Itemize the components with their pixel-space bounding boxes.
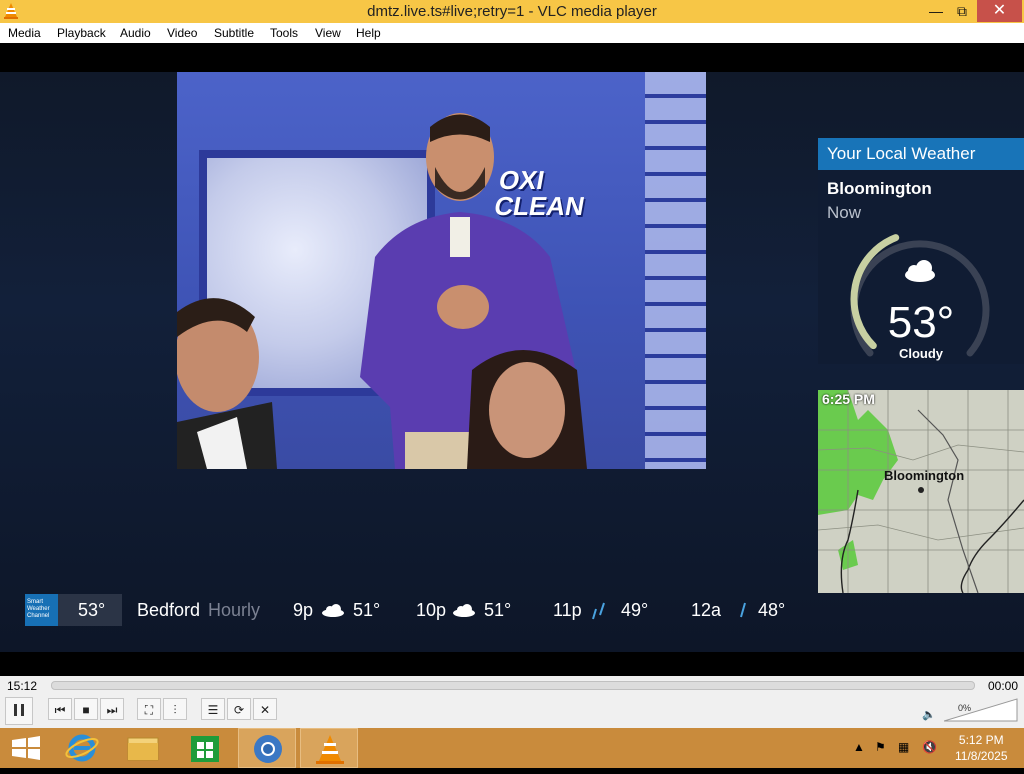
close-button[interactable]: ✕ [977,0,1022,22]
chromium-icon [254,735,282,763]
menu-view[interactable]: View [315,26,341,40]
store-icon [191,736,219,762]
current-temperature: 53° [887,298,955,347]
weather-ticker: Smart Weather Channel 53° Bedford Hourly… [0,594,1024,626]
menu-help[interactable]: Help [356,26,381,40]
ticker-section: Hourly [208,600,261,620]
pause-icon [14,704,24,716]
extended-settings-button[interactable]: ⫶ [163,698,187,720]
shuffle-icon: ✕ [259,703,271,717]
local-weather-panel: Your Local Weather Bloomington Now 53° C… [818,138,1024,364]
start-button[interactable] [0,728,58,768]
remaining-time[interactable]: 00:00 [988,679,1018,693]
studio-grid-panel [645,72,706,469]
elapsed-time: 15:12 [7,679,38,693]
commercial-inset: OXI CLEAN [177,72,706,469]
cloud-icon [905,260,935,282]
speaker-icon[interactable]: 🔈 [922,708,936,721]
taskbar-vlc[interactable] [300,728,358,768]
cloud-icon [322,604,344,617]
hour-time: 10p [416,600,447,620]
internet-explorer-icon [65,734,99,762]
ticker-location: Bedford [137,600,201,620]
weather-period: Now [827,203,862,222]
taskbar-store[interactable] [176,728,234,768]
folder-icon [127,737,159,761]
ticker-current-temp: 53° [58,594,122,626]
volume-slider[interactable] [944,698,1018,722]
hour-temp: 48° [758,600,786,620]
weather-city: Bloomington [827,179,932,198]
title-bar: dmtz.live.ts#live;retry=1 - VLC media pl… [0,0,1024,23]
network-icon[interactable]: ▦ [898,740,909,754]
menu-video[interactable]: Video [167,26,197,40]
hour-temp: 49° [621,600,649,620]
equalizer-icon: ⫶ [173,703,177,717]
next-button[interactable]: ⏭ [100,698,124,720]
minimize-button[interactable]: — [924,0,948,22]
fullscreen-icon: ⛶ [144,703,154,717]
map-graphic [818,390,1024,593]
fullscreen-button[interactable]: ⛶ [137,698,161,720]
menu-subtitle[interactable]: Subtitle [214,26,254,40]
playlist-icon: ☰ [207,703,219,717]
hour-temp: 51° [353,600,381,620]
guest-figure-right [467,350,587,469]
restore-button[interactable]: ⧉ [950,0,974,22]
hour-temp: 51° [484,600,512,620]
radar-map: 6:25 PM Bloomington [818,390,1024,593]
radar-time: 6:25 PM [822,391,875,407]
menu-media[interactable]: Media [8,26,41,40]
taskbar-internet-explorer[interactable] [54,728,112,768]
show-hidden-icons-button[interactable]: ▲ [853,740,865,754]
taskbar: ▲ ⚑ ▦ 🔇 5:12 PM 11/8/2025 [0,728,1024,768]
previous-icon: ⏮ [54,703,66,717]
seek-bar[interactable] [51,681,975,690]
clock-date: 11/8/2025 [955,749,1008,763]
player-controls: 15:12 00:00 ⏮ ■ ⏭ ⛶ ⫶ ☰ ⟳ ✕ 🔈 0% [0,676,1024,728]
oxiclean-logo: OXI CLEAN [492,165,587,221]
stop-button[interactable]: ■ [74,698,98,720]
current-condition: Cloudy [898,346,944,361]
loop-button[interactable]: ⟳ [227,698,251,720]
taskbar-file-explorer[interactable] [114,728,172,768]
menu-bar: Media Playback Audio Video Subtitle Tool… [0,23,1024,43]
window-title: dmtz.live.ts#live;retry=1 - VLC media pl… [367,3,657,20]
windows-logo-icon [12,736,40,760]
channel-logo: Smart Weather Channel [25,594,58,626]
rain-icon [592,602,605,620]
cloud-icon [453,604,475,617]
volume-muted-icon[interactable]: 🔇 [922,740,937,754]
map-city-label: Bloomington [884,468,965,483]
taskbar-clock[interactable]: 5:12 PM 11/8/2025 [955,732,1008,764]
hour-time: 9p [293,600,314,620]
hour-time: 11p [553,600,582,620]
pause-button[interactable] [5,697,33,725]
video-area[interactable]: OXI CLEAN Your Local Weather Bloomington… [0,44,1024,676]
previous-button[interactable]: ⏮ [48,698,72,720]
weather-header: Your Local Weather [818,138,1024,170]
volume-percent: 0% [958,703,972,713]
vlc-cone-icon [316,735,344,764]
loop-icon: ⟳ [233,703,245,717]
hour-time: 12a [691,600,722,620]
stop-icon: ■ [82,703,90,717]
playlist-button[interactable]: ☰ [201,698,225,720]
flag-icon[interactable]: ⚑ [875,740,886,754]
next-icon: ⏭ [106,703,118,717]
taskbar-chromium[interactable] [238,728,296,768]
menu-audio[interactable]: Audio [120,26,151,40]
rain-icon [740,602,746,618]
guest-figure-left [177,298,277,469]
menu-playback[interactable]: Playback [57,26,106,40]
menu-tools[interactable]: Tools [270,26,298,40]
shuffle-button[interactable]: ✕ [253,698,277,720]
clock-time: 5:12 PM [958,733,1004,747]
